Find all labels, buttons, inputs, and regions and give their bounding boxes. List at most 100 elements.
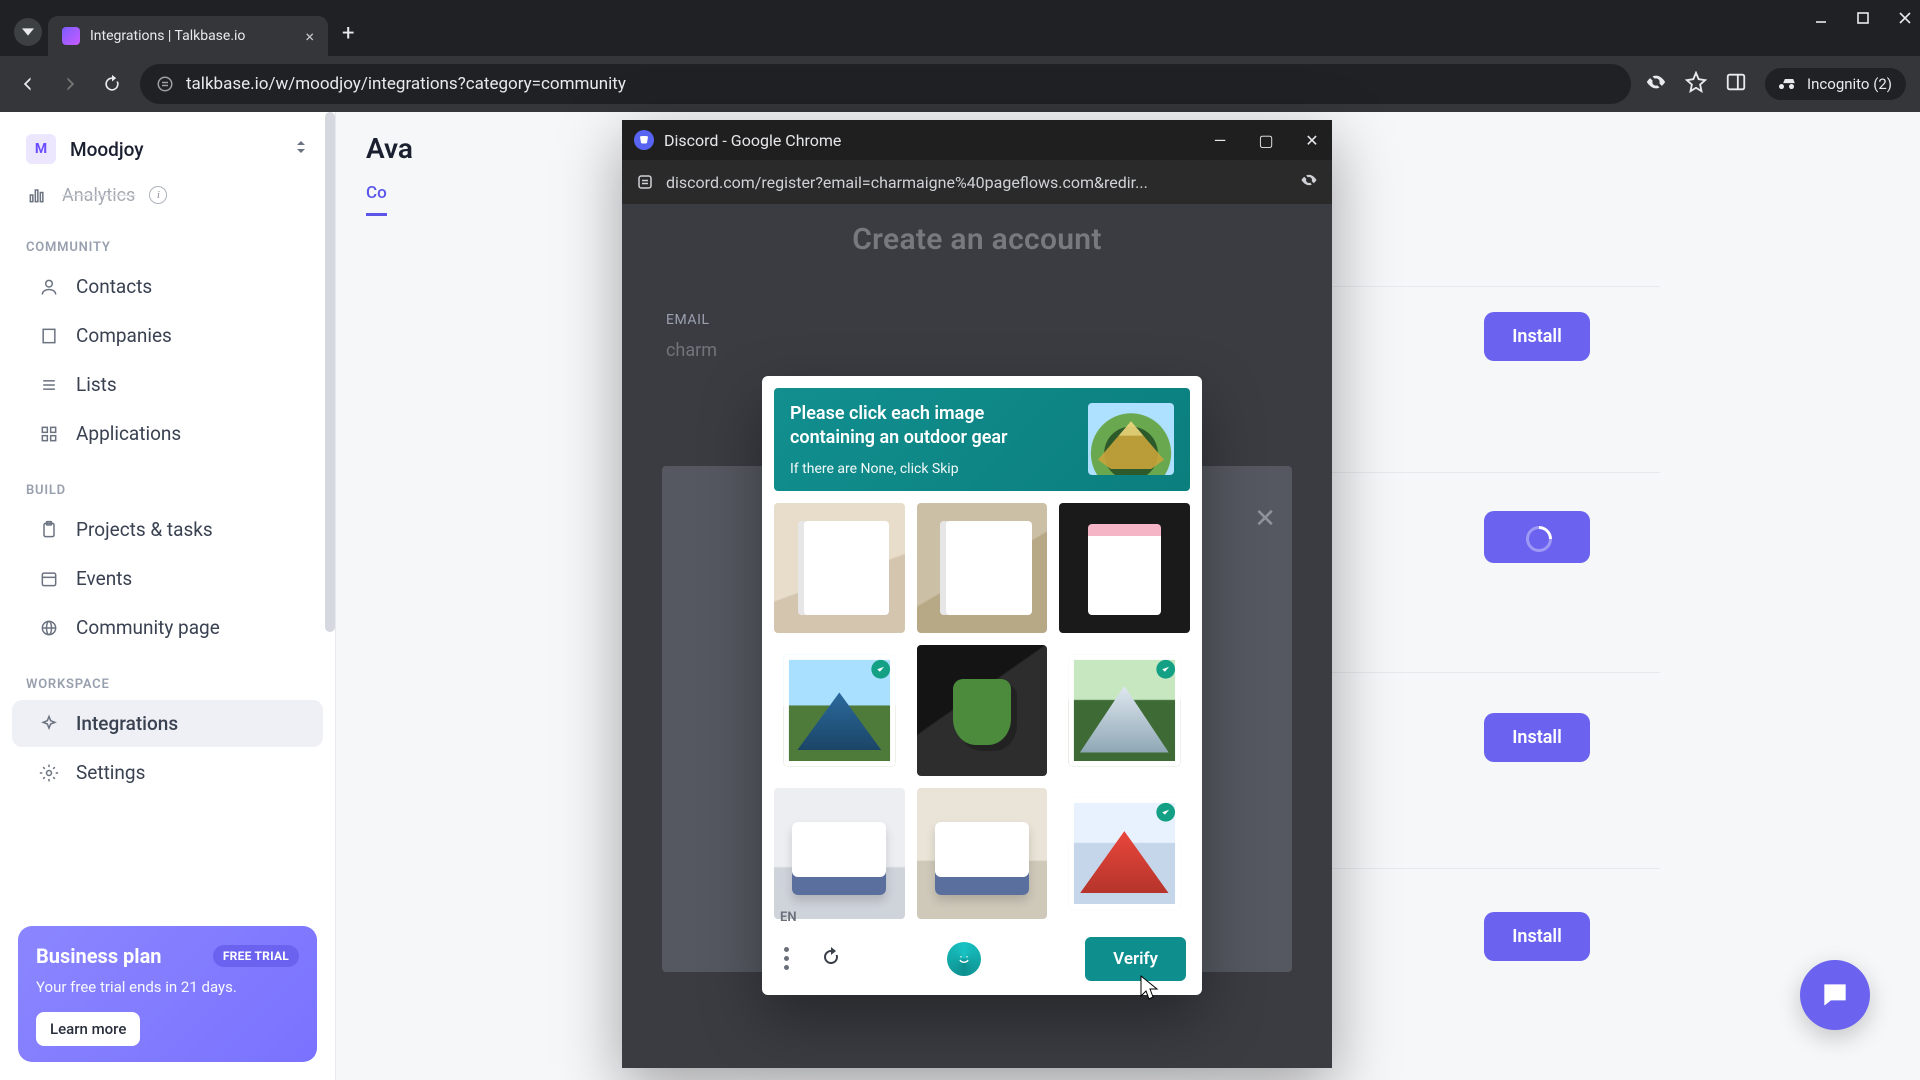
captcha-tile-7[interactable] bbox=[774, 788, 905, 919]
discord-popup-window: Discord - Google Chrome — ▢ ✕ discord.co… bbox=[622, 120, 1332, 1068]
sidebar-item-companies[interactable]: Companies bbox=[12, 312, 323, 359]
sidebar-item-label: Settings bbox=[76, 761, 145, 784]
tab-community[interactable]: Co bbox=[366, 183, 387, 216]
section-build-label: BUILD bbox=[0, 459, 335, 504]
tab-search-button[interactable] bbox=[14, 18, 42, 46]
sidebar-item-label: Contacts bbox=[76, 275, 152, 298]
eye-off-icon[interactable] bbox=[1645, 71, 1667, 97]
check-icon bbox=[1156, 803, 1175, 822]
captcha-instructions: Please click each image containing an out… bbox=[774, 388, 1190, 491]
incognito-label: Incognito (2) bbox=[1807, 75, 1892, 93]
captcha-tile-6[interactable] bbox=[1069, 655, 1180, 766]
popup-minimize-button[interactable]: — bbox=[1212, 131, 1228, 150]
new-tab-button[interactable]: + bbox=[342, 21, 354, 46]
sidebar-item-contacts[interactable]: Contacts bbox=[12, 263, 323, 310]
check-icon bbox=[1156, 660, 1175, 679]
captcha-line-b: containing an outdoor gear bbox=[790, 427, 1008, 448]
sidebar-item-label: Applications bbox=[76, 422, 181, 445]
sidebar-item-settings[interactable]: Settings bbox=[12, 749, 323, 796]
chevron-down-icon bbox=[22, 26, 34, 38]
sidebar-item-label: Community page bbox=[76, 616, 220, 639]
popup-title: Discord - Google Chrome bbox=[664, 131, 1202, 150]
captcha-hint: If there are None, click Skip bbox=[790, 461, 1074, 477]
captcha-card: Please click each image containing an out… bbox=[762, 376, 1202, 995]
section-community-label: COMMUNITY bbox=[0, 216, 335, 261]
captcha-tile-5[interactable] bbox=[917, 645, 1048, 776]
browser-tab-active[interactable]: Integrations | Talkbase.io × bbox=[48, 16, 328, 56]
site-info-icon[interactable] bbox=[636, 173, 654, 191]
window-minimize-button[interactable] bbox=[1814, 10, 1828, 29]
tab-close-icon[interactable]: × bbox=[305, 27, 314, 46]
captcha-tile-8[interactable] bbox=[917, 788, 1048, 919]
popup-maximize-button[interactable]: ▢ bbox=[1258, 131, 1274, 150]
back-button[interactable] bbox=[14, 70, 42, 98]
site-info-icon[interactable] bbox=[156, 75, 174, 93]
captcha-refresh-button[interactable] bbox=[819, 945, 843, 973]
install-button[interactable]: Install bbox=[1484, 312, 1590, 361]
list-icon bbox=[38, 374, 60, 396]
plan-badge: FREE TRIAL bbox=[213, 945, 299, 967]
captcha-verify-button[interactable]: Verify bbox=[1085, 937, 1186, 981]
sidebar-item-integrations[interactable]: Integrations bbox=[12, 700, 323, 747]
workspace-avatar: M bbox=[26, 134, 56, 164]
eye-off-icon[interactable] bbox=[1300, 171, 1318, 193]
clipboard-icon bbox=[38, 519, 60, 541]
install-button[interactable]: Install bbox=[1484, 713, 1590, 762]
popup-url: discord.com/register?email=charmaigne%40… bbox=[666, 173, 1148, 192]
sidebar-item-community-page[interactable]: Community page bbox=[12, 604, 323, 651]
gear-icon bbox=[38, 762, 60, 784]
captcha-tile-9[interactable] bbox=[1069, 798, 1180, 909]
section-workspace-label: WORKSPACE bbox=[0, 653, 335, 698]
captcha-tile-3[interactable] bbox=[1059, 503, 1190, 634]
sidebar-item-applications[interactable]: Applications bbox=[12, 410, 323, 457]
captcha-tile-2[interactable] bbox=[917, 503, 1048, 634]
workspace-switcher[interactable]: M Moodjoy bbox=[0, 112, 335, 174]
sidebar-item-lists[interactable]: Lists bbox=[12, 361, 323, 408]
window-maximize-button[interactable] bbox=[1856, 10, 1870, 29]
sidebar-item-label: Projects & tasks bbox=[76, 518, 213, 541]
tab-title: Integrations | Talkbase.io bbox=[90, 28, 295, 44]
forward-button[interactable] bbox=[56, 70, 84, 98]
captcha-example-image bbox=[1088, 403, 1174, 475]
side-panel-icon[interactable] bbox=[1725, 71, 1747, 97]
browser-toolbar: talkbase.io/w/moodjoy/integrations?categ… bbox=[0, 56, 1920, 112]
popup-address-bar[interactable]: discord.com/register?email=charmaigne%40… bbox=[622, 160, 1332, 204]
email-value: charm bbox=[666, 340, 717, 361]
info-icon[interactable]: i bbox=[149, 186, 167, 204]
plan-learn-more-button[interactable]: Learn more bbox=[36, 1012, 140, 1046]
url-text: talkbase.io/w/moodjoy/integrations?categ… bbox=[186, 74, 626, 94]
hcaptcha-logo-icon[interactable] bbox=[947, 942, 981, 976]
captcha-language[interactable]: EN bbox=[780, 910, 797, 925]
install-button-loading[interactable] bbox=[1484, 511, 1590, 563]
captcha-tile-4[interactable] bbox=[784, 655, 895, 766]
sidebar-item-projects[interactable]: Projects & tasks bbox=[12, 506, 323, 553]
integrations-action-column: Install Install Install bbox=[1484, 312, 1590, 961]
incognito-indicator[interactable]: Incognito (2) bbox=[1765, 68, 1906, 100]
plan-subtitle: Your free trial ends in 21 days. bbox=[36, 978, 299, 996]
reload-button[interactable] bbox=[98, 70, 126, 98]
popup-close-button[interactable]: ✕ bbox=[1304, 131, 1320, 150]
popup-titlebar[interactable]: Discord - Google Chrome — ▢ ✕ bbox=[622, 120, 1332, 160]
window-controls bbox=[1814, 10, 1912, 29]
bookmark-star-icon[interactable] bbox=[1685, 71, 1707, 97]
sidebar-item-analytics[interactable]: Analytics i bbox=[0, 174, 335, 216]
window-close-button[interactable] bbox=[1898, 10, 1912, 29]
workspace-name: Moodjoy bbox=[70, 138, 279, 161]
captcha-menu-button[interactable] bbox=[784, 947, 789, 970]
captcha-line-a: Please click each image bbox=[790, 403, 984, 424]
install-button[interactable]: Install bbox=[1484, 912, 1590, 961]
building-icon bbox=[38, 325, 60, 347]
chat-launcher-button[interactable] bbox=[1800, 960, 1870, 1030]
grid-icon bbox=[38, 423, 60, 445]
sidebar-item-events[interactable]: Events bbox=[12, 555, 323, 602]
close-icon[interactable]: ✕ bbox=[1254, 504, 1276, 534]
browser-tabstrip: Integrations | Talkbase.io × + bbox=[0, 0, 1920, 56]
captcha-tile-1[interactable] bbox=[774, 503, 905, 634]
popup-body: Create an account EMAIL charm ✕ Please c… bbox=[622, 204, 1332, 1068]
plan-title: Business plan bbox=[36, 944, 162, 968]
sidebar: M Moodjoy Analytics i COMMUNITY Contacts… bbox=[0, 112, 336, 1080]
sparkle-icon bbox=[38, 713, 60, 735]
sidebar-scrollbar[interactable] bbox=[325, 112, 335, 632]
chevron-updown-icon bbox=[293, 139, 309, 159]
address-bar[interactable]: talkbase.io/w/moodjoy/integrations?categ… bbox=[140, 64, 1631, 104]
